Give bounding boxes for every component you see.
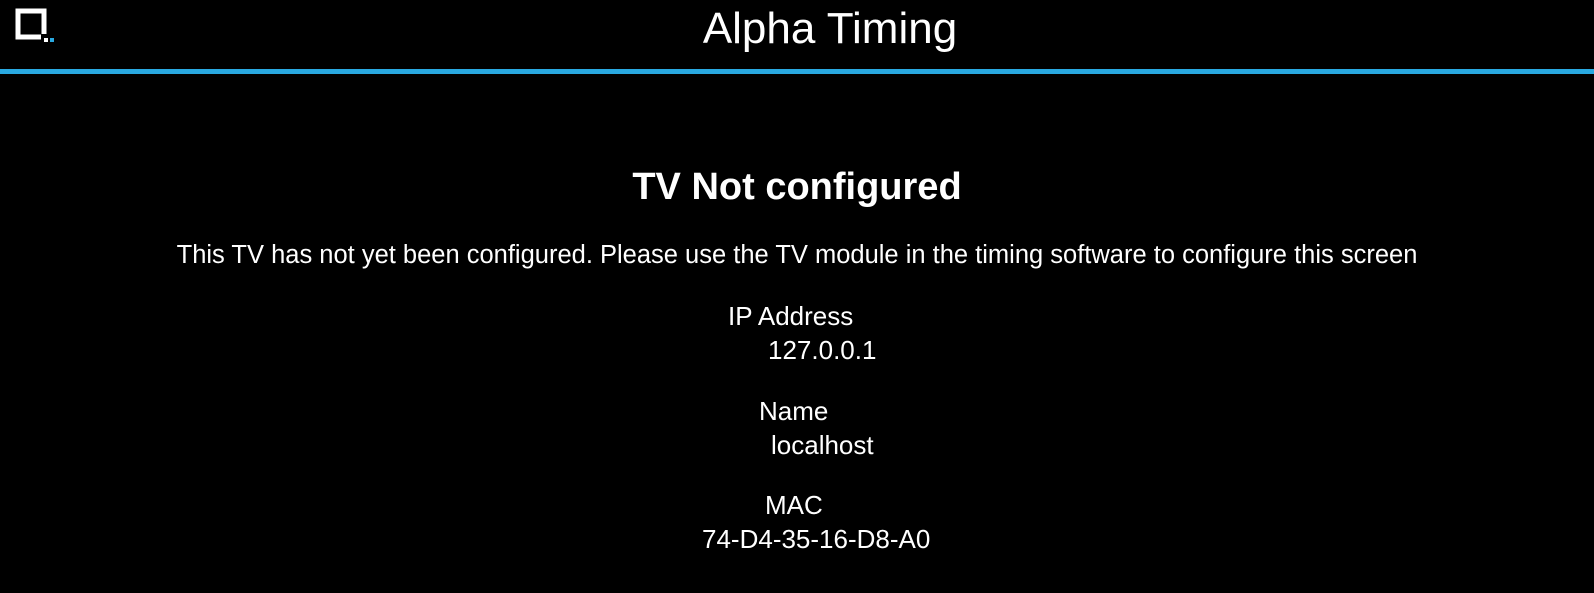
mac-value: 74-D4-35-16-D8-A0 — [702, 524, 931, 554]
main-content: TV Not configured This TV has not yet be… — [0, 74, 1594, 593]
name-label: Name — [759, 396, 829, 426]
mac-label: MAC — [765, 490, 823, 520]
ip-address-value: 127.0.0.1 — [768, 335, 877, 365]
app-title: Alpha Timing — [702, 4, 958, 53]
ip-address-label: IP Address — [728, 301, 854, 331]
status-heading: TV Not configured — [632, 166, 962, 208]
name-value: localhost — [771, 430, 874, 460]
status-message: This TV has not yet been configured. Ple… — [176, 241, 1418, 269]
header-bar: Alpha Timing — [0, 0, 1594, 70]
